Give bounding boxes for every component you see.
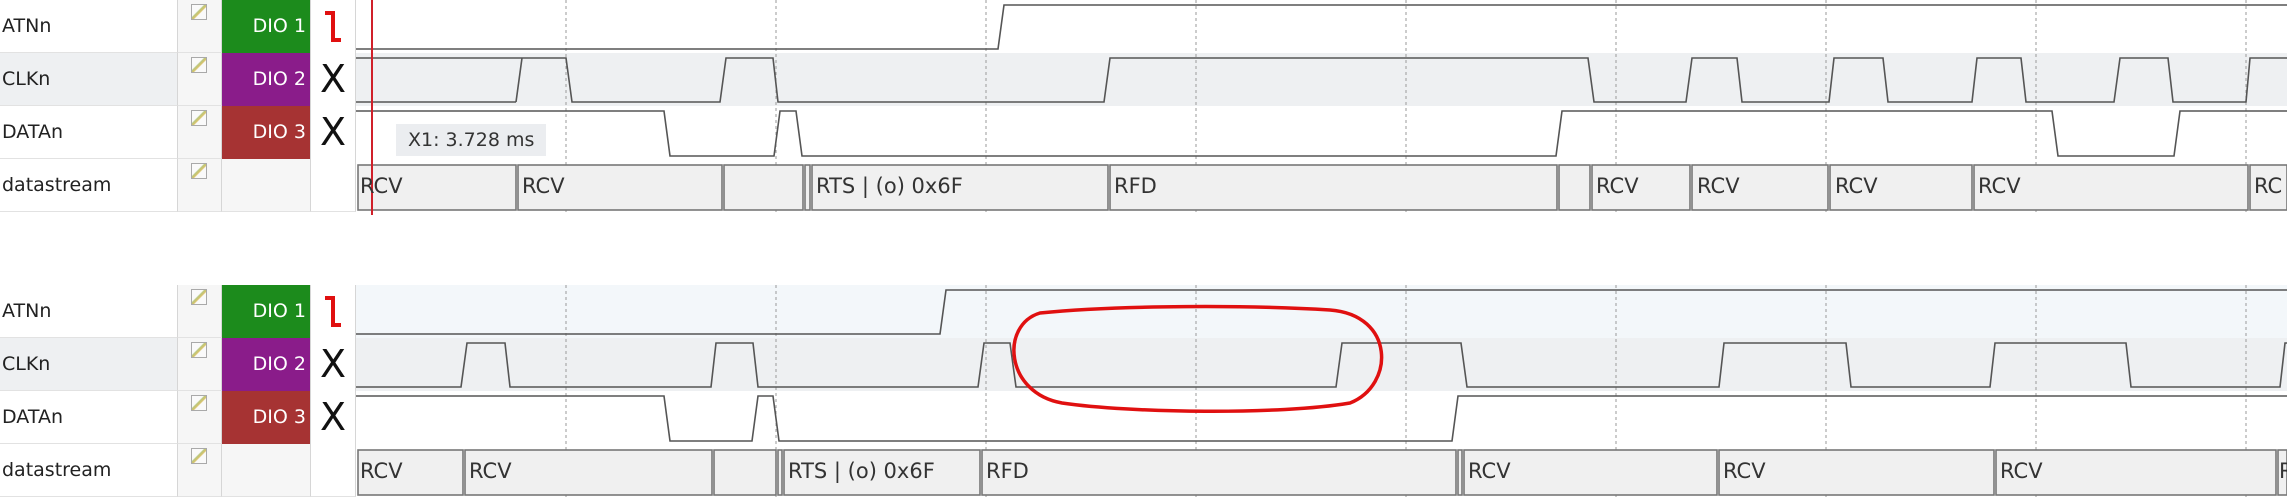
waveform-display-bottom[interactable] — [0, 285, 2287, 500]
decode-label: RCV — [360, 174, 403, 198]
decode-label: RCV — [1697, 174, 1740, 198]
decode-label: R — [2279, 459, 2287, 483]
clk-waveform — [356, 342, 2287, 388]
decode-label: RFD — [1114, 174, 1157, 198]
data-waveform — [356, 110, 2287, 157]
decode-label: RCV — [1596, 174, 1639, 198]
decode-label: RCV — [1835, 174, 1878, 198]
decode-label: RTS | (o) 0x6F — [816, 174, 963, 198]
decode-label: RCV — [1468, 459, 1511, 483]
decode-label: RCV — [360, 459, 403, 483]
atn-waveform — [356, 289, 2287, 335]
decode-label: RCV — [469, 459, 512, 483]
cursor-readout: X1: 3.728 ms — [396, 124, 547, 156]
decode-label: RCV — [1978, 174, 2021, 198]
decode-label: RTS | (o) 0x6F — [788, 459, 935, 483]
datastream-bus — [357, 449, 2287, 496]
decode-label: RCV — [2000, 459, 2043, 483]
decode-label: RC — [2254, 174, 2283, 198]
decode-label: RCV — [1723, 459, 1766, 483]
decode-label: RCV — [522, 174, 565, 198]
clk-waveform — [356, 57, 2287, 103]
decode-label: RFD — [986, 459, 1029, 483]
data-waveform — [356, 395, 2287, 442]
atn-waveform — [356, 4, 2287, 50]
highlight-ellipse — [1012, 304, 1384, 413]
